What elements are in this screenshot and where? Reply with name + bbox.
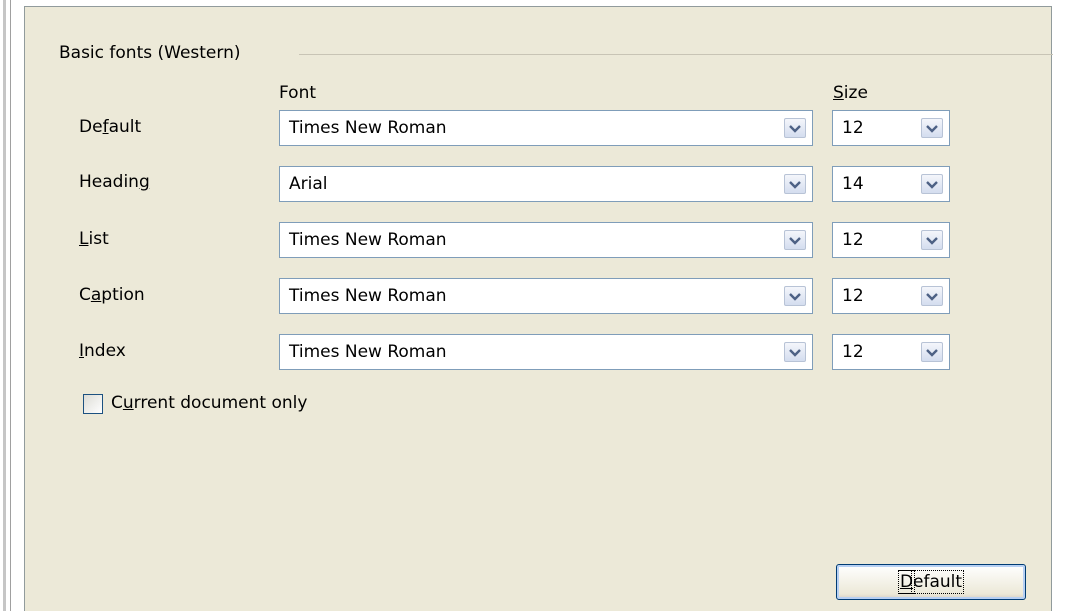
list-font-combobox[interactable]: Times New Roman: [279, 222, 813, 258]
caption-font-value: Times New Roman: [289, 286, 447, 306]
heading-font-dropdown-button[interactable]: [784, 174, 806, 194]
chevron-down-icon: [926, 181, 938, 189]
current-document-only-label[interactable]: Current document only: [111, 393, 307, 413]
index-font-combobox[interactable]: Times New Roman: [279, 334, 813, 370]
list-font-dropdown-button[interactable]: [784, 230, 806, 250]
index-size-value: 12: [842, 342, 864, 362]
section-title: Basic fonts (Western): [59, 43, 241, 63]
default-label: Default: [79, 117, 142, 137]
caption-label: Caption: [79, 285, 145, 305]
caption-size-combobox[interactable]: 12: [832, 278, 950, 314]
caption-font-combobox[interactable]: Times New Roman: [279, 278, 813, 314]
chevron-down-icon: [789, 293, 801, 301]
chevron-down-icon: [789, 125, 801, 133]
chevron-down-icon: [926, 125, 938, 133]
window-left-edge: [0, 0, 11, 611]
list-size-combobox[interactable]: 12: [832, 222, 950, 258]
caption-size-value: 12: [842, 286, 864, 306]
chevron-down-icon: [789, 237, 801, 245]
list-size-value: 12: [842, 230, 864, 250]
section-divider: [299, 54, 1053, 55]
default-size-combobox[interactable]: 12: [832, 110, 950, 146]
heading-font-combobox[interactable]: Arial: [279, 166, 813, 202]
heading-size-combobox[interactable]: 14: [832, 166, 950, 202]
heading-size-dropdown-button[interactable]: [921, 174, 943, 194]
default-font-dropdown-button[interactable]: [784, 118, 806, 138]
default-font-value: Times New Roman: [289, 118, 447, 138]
default-button[interactable]: Default: [836, 564, 1026, 600]
index-font-value: Times New Roman: [289, 342, 447, 362]
font-settings-page: Basic fonts (Western) Font Size Default …: [0, 0, 1068, 611]
default-size-dropdown-button[interactable]: [921, 118, 943, 138]
heading-size-value: 14: [842, 174, 864, 194]
font-column-header: Font: [279, 83, 317, 103]
list-font-value: Times New Roman: [289, 230, 447, 250]
chevron-down-icon: [789, 349, 801, 357]
options-panel: Basic fonts (Western) Font Size Default …: [24, 6, 1053, 611]
chevron-down-icon: [789, 181, 801, 189]
chevron-down-icon: [926, 293, 938, 301]
index-size-combobox[interactable]: 12: [832, 334, 950, 370]
caption-size-dropdown-button[interactable]: [921, 286, 943, 306]
heading-font-value: Arial: [289, 174, 328, 194]
list-label: List: [79, 229, 109, 249]
heading-label: Heading: [79, 172, 150, 192]
list-size-dropdown-button[interactable]: [921, 230, 943, 250]
caption-font-dropdown-button[interactable]: [784, 286, 806, 306]
default-size-value: 12: [842, 118, 864, 138]
default-font-combobox[interactable]: Times New Roman: [279, 110, 813, 146]
chevron-down-icon: [926, 349, 938, 357]
index-font-dropdown-button[interactable]: [784, 342, 806, 362]
current-document-only-checkbox[interactable]: [83, 394, 103, 414]
index-label: Index: [79, 341, 126, 361]
chevron-down-icon: [926, 237, 938, 245]
default-button-label: Default: [897, 570, 965, 594]
size-column-header: Size: [833, 83, 868, 103]
index-size-dropdown-button[interactable]: [921, 342, 943, 362]
